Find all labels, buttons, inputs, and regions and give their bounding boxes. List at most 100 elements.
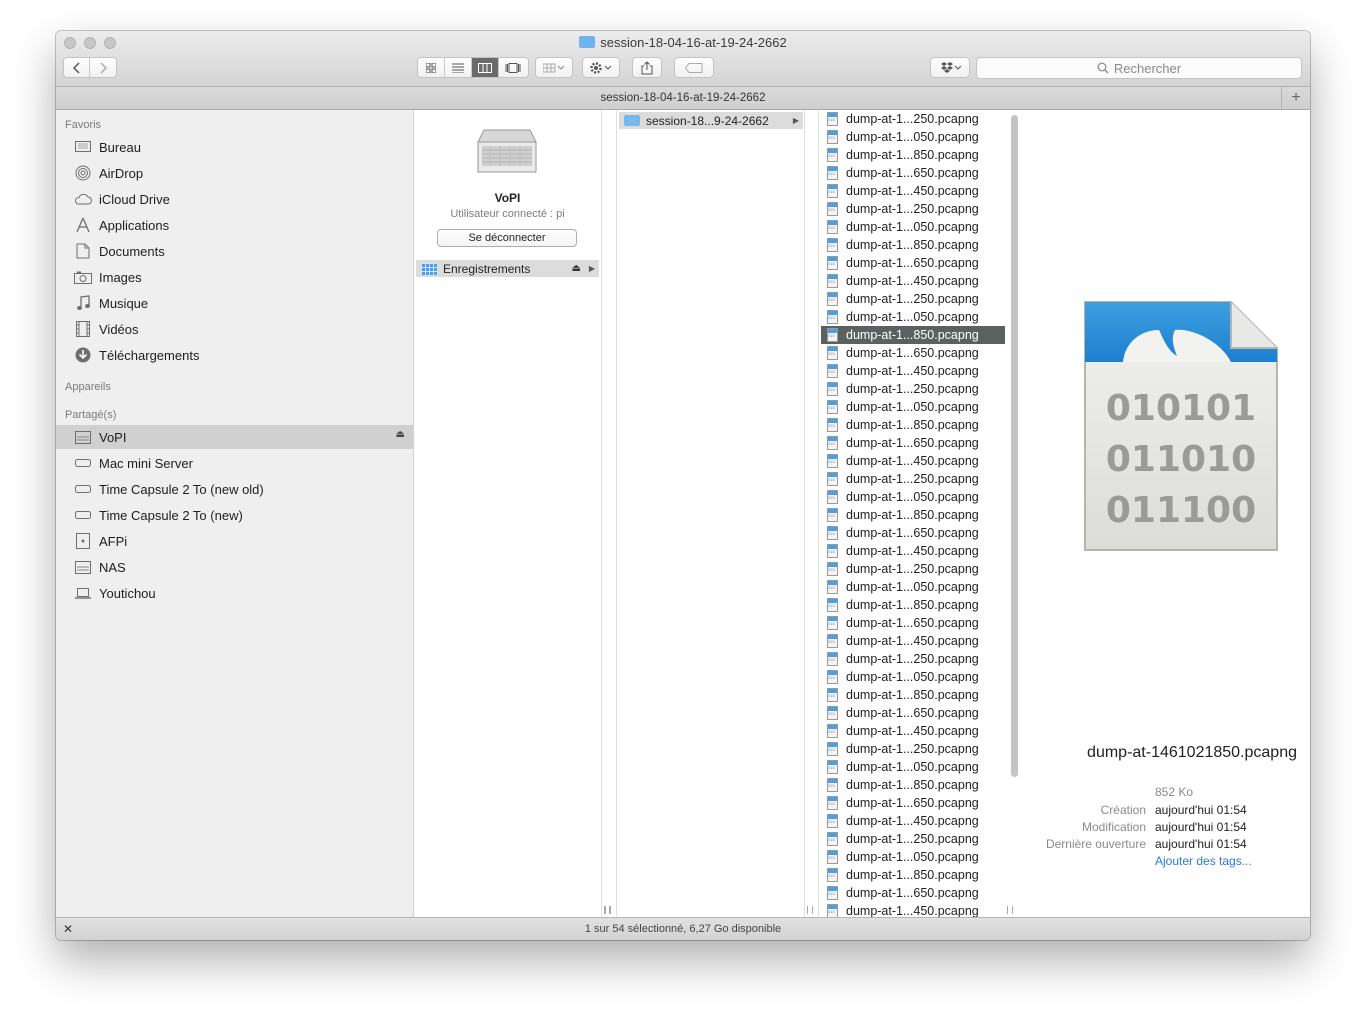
sidebar-item-nas[interactable]: NAS (56, 555, 413, 579)
file-name: dump-at-1...050.pcapng (846, 670, 979, 684)
eject-icon[interactable]: ⏏ (396, 429, 405, 440)
sidebar-item-documents[interactable]: Documents (56, 239, 413, 263)
forward-button[interactable] (90, 58, 116, 77)
file-row[interactable]: dump-at-1...450.pcapng (821, 722, 1005, 740)
file-row[interactable]: dump-at-1...250.pcapng (821, 560, 1005, 578)
file-row[interactable]: dump-at-1...850.pcapng (821, 326, 1005, 344)
file-row[interactable]: dump-at-1...650.pcapng (821, 884, 1005, 902)
sidebar-item-videos[interactable]: Vidéos (56, 317, 413, 341)
file-row[interactable]: dump-at-1...050.pcapng (821, 668, 1005, 686)
file-row[interactable]: dump-at-1...250.pcapng (821, 650, 1005, 668)
back-button[interactable] (64, 58, 91, 77)
file-row[interactable]: dump-at-1...850.pcapng (821, 686, 1005, 704)
file-row[interactable]: dump-at-1...250.pcapng (821, 290, 1005, 308)
file-row[interactable]: dump-at-1...650.pcapng (821, 524, 1005, 542)
arrange-button[interactable] (535, 57, 573, 78)
add-tab-button[interactable]: + (1281, 87, 1310, 109)
file-row[interactable]: dump-at-1...250.pcapng (821, 830, 1005, 848)
column-resize-handle[interactable] (1007, 906, 1013, 914)
file-row[interactable]: dump-at-1...850.pcapng (821, 146, 1005, 164)
sidebar-item-mac-mini-server[interactable]: Mac mini Server (56, 451, 413, 475)
pcapng-file-icon (827, 544, 838, 558)
sidebar-item-afpi[interactable]: AFPi (56, 529, 413, 553)
pcapng-file-icon (827, 526, 838, 540)
folder-row-session[interactable]: session-18...9-24-2662 ▶ (619, 112, 803, 129)
sidebar-item-musique[interactable]: Musique (56, 291, 413, 315)
file-row[interactable]: dump-at-1...850.pcapng (821, 776, 1005, 794)
file-name: dump-at-1...850.pcapng (846, 508, 979, 522)
file-row[interactable]: dump-at-1...850.pcapng (821, 506, 1005, 524)
gallery-view-button[interactable] (499, 58, 526, 77)
sidebar-item-applications[interactable]: Applications (56, 213, 413, 237)
file-row[interactable]: dump-at-1...250.pcapng (821, 470, 1005, 488)
file-row[interactable]: dump-at-1...650.pcapng (821, 254, 1005, 272)
column-resize-handle[interactable] (807, 906, 813, 914)
file-row[interactable]: dump-at-1...650.pcapng (821, 434, 1005, 452)
file-row[interactable]: dump-at-1...250.pcapng (821, 200, 1005, 218)
icon-view-button[interactable] (418, 58, 445, 77)
file-row[interactable]: dump-at-1...850.pcapng (821, 866, 1005, 884)
file-row[interactable]: dump-at-1...050.pcapng (821, 308, 1005, 326)
search-field[interactable]: Rechercher (976, 57, 1302, 79)
file-name: dump-at-1...850.pcapng (846, 688, 979, 702)
file-row[interactable]: dump-at-1...450.pcapng (821, 542, 1005, 560)
file-name: dump-at-1...650.pcapng (846, 886, 979, 900)
pcapng-file-icon (827, 616, 838, 630)
sidebar-item-time-capsule-new[interactable]: Time Capsule 2 To (new) (56, 503, 413, 527)
server-user: Utilisateur connecté : pi (450, 208, 565, 220)
sidebar-item-vopi[interactable]: VoPI ⏏ (56, 425, 413, 449)
sidebar-item-telechargements[interactable]: Téléchargements (56, 343, 413, 367)
sidebar-item-icloud-drive[interactable]: iCloud Drive (56, 187, 413, 211)
file-row[interactable]: dump-at-1...650.pcapng (821, 164, 1005, 182)
file-row[interactable]: dump-at-1...050.pcapng (821, 218, 1005, 236)
file-row[interactable]: dump-at-1...450.pcapng (821, 632, 1005, 650)
pcapng-file-icon (827, 490, 838, 504)
file-row[interactable]: dump-at-1...850.pcapng (821, 236, 1005, 254)
file-row[interactable]: dump-at-1...250.pcapng (821, 110, 1005, 128)
share-row-enregistrements[interactable]: Enregistrements ⏏ ▶ (416, 260, 599, 277)
sidebar-item-bureau[interactable]: Bureau (56, 135, 413, 159)
tags-button[interactable] (674, 57, 714, 78)
file-row[interactable]: dump-at-1...450.pcapng (821, 272, 1005, 290)
airdrop-icon (74, 165, 92, 181)
file-row[interactable]: dump-at-1...450.pcapng (821, 452, 1005, 470)
path-bar: session-18-04-16-at-19-24-2662 + (56, 87, 1310, 110)
action-menu-button[interactable] (582, 57, 620, 78)
sidebar-item-images[interactable]: Images (56, 265, 413, 289)
file-row[interactable]: dump-at-1...050.pcapng (821, 578, 1005, 596)
disconnect-button[interactable]: Se déconnecter (437, 229, 577, 247)
file-row[interactable]: dump-at-1...050.pcapng (821, 848, 1005, 866)
add-tags-link[interactable]: Ajouter des tags... (1155, 854, 1252, 868)
vertical-scrollbar[interactable] (1011, 115, 1018, 777)
file-row[interactable]: dump-at-1...450.pcapng (821, 902, 1005, 918)
file-row[interactable]: dump-at-1...650.pcapng (821, 704, 1005, 722)
file-name: dump-at-1...650.pcapng (846, 436, 979, 450)
file-row[interactable]: dump-at-1...050.pcapng (821, 398, 1005, 416)
sidebar-item-time-capsule-new-old[interactable]: Time Capsule 2 To (new old) (56, 477, 413, 501)
list-view-button[interactable] (445, 58, 472, 77)
dropbox-button[interactable] (930, 57, 970, 78)
file-row[interactable]: dump-at-1...250.pcapng (821, 380, 1005, 398)
column-resize-handle[interactable] (605, 906, 611, 914)
eject-icon[interactable]: ⏏ (572, 263, 581, 274)
sidebar-item-airdrop[interactable]: AirDrop (56, 161, 413, 185)
file-row[interactable]: dump-at-1...850.pcapng (821, 596, 1005, 614)
file-row[interactable]: dump-at-1...650.pcapng (821, 614, 1005, 632)
file-row[interactable]: dump-at-1...450.pcapng (821, 362, 1005, 380)
file-row[interactable]: dump-at-1...850.pcapng (821, 416, 1005, 434)
file-row[interactable]: dump-at-1...450.pcapng (821, 182, 1005, 200)
column-view-button[interactable] (472, 58, 499, 77)
file-row[interactable]: dump-at-1...050.pcapng (821, 488, 1005, 506)
file-row[interactable]: dump-at-1...050.pcapng (821, 758, 1005, 776)
file-row[interactable]: dump-at-1...450.pcapng (821, 812, 1005, 830)
file-row[interactable]: dump-at-1...650.pcapng (821, 344, 1005, 362)
sidebar-item-youtichou[interactable]: Youtichou (56, 581, 413, 605)
share-button[interactable] (632, 57, 662, 78)
music-note-icon (74, 295, 92, 311)
pcapng-file-icon (827, 886, 838, 900)
file-name: dump-at-1...250.pcapng (846, 832, 979, 846)
file-row[interactable]: dump-at-1...250.pcapng (821, 740, 1005, 758)
close-tools-icon[interactable]: ✕ (63, 918, 73, 940)
file-row[interactable]: dump-at-1...050.pcapng (821, 128, 1005, 146)
file-row[interactable]: dump-at-1...650.pcapng (821, 794, 1005, 812)
